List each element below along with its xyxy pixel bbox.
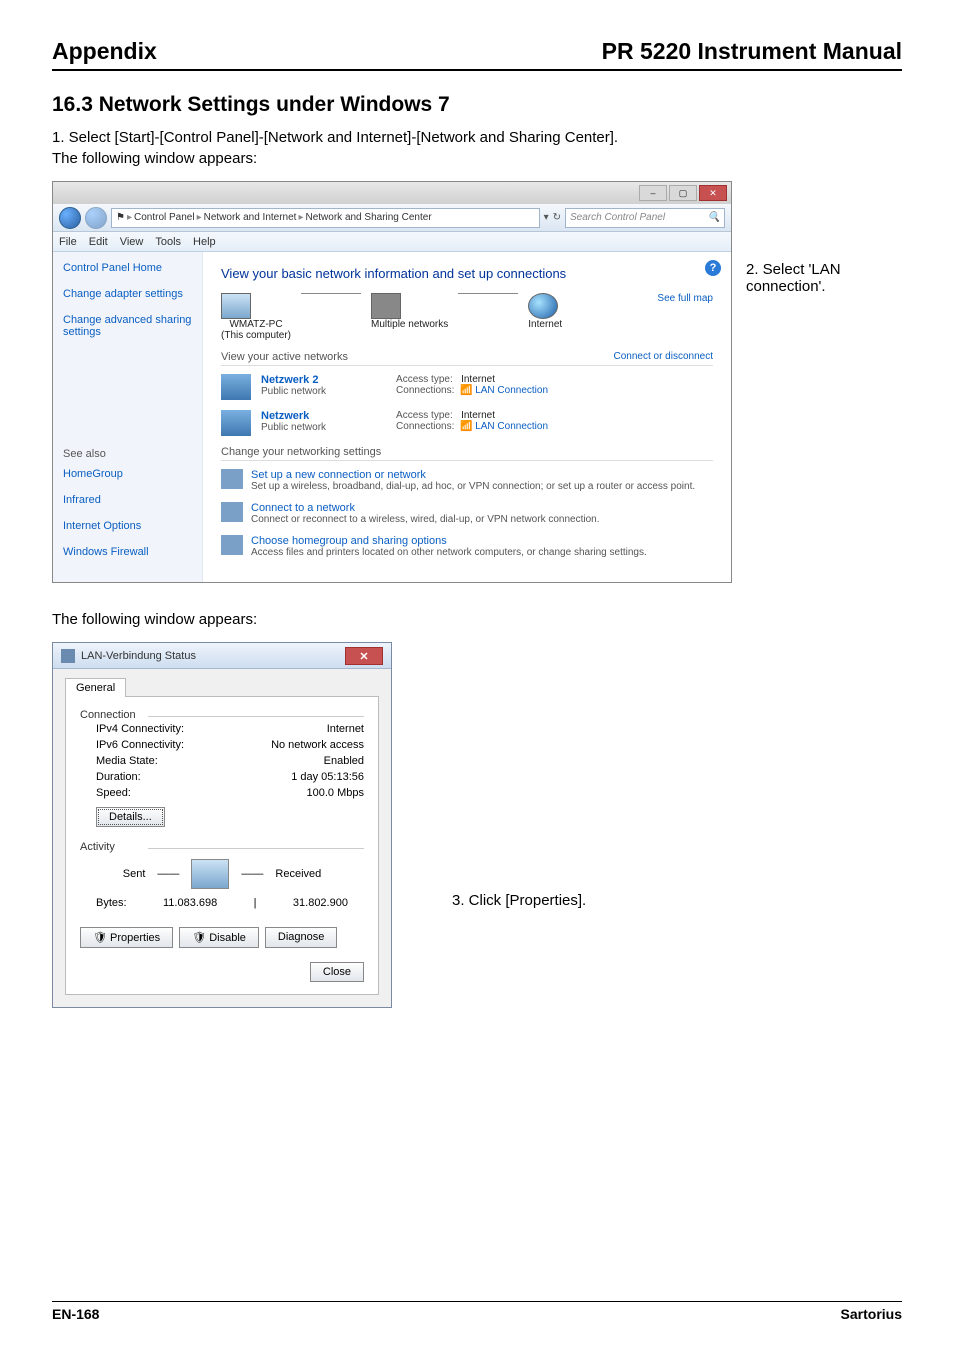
address-bar: ⚑ ▸ Control Panel ▸ Network and Internet…: [53, 204, 731, 232]
menu-tools[interactable]: Tools: [155, 236, 181, 248]
sidebar-homegroup[interactable]: HomeGroup: [63, 468, 192, 480]
connect-disconnect-link[interactable]: Connect or disconnect: [613, 351, 713, 363]
search-icon: 🔍: [708, 212, 720, 223]
sidebar-infrared[interactable]: Infrared: [63, 494, 192, 506]
diagnose-button[interactable]: Diagnose: [265, 927, 337, 948]
close-button[interactable]: ✕: [699, 185, 727, 201]
menu-view[interactable]: View: [120, 236, 144, 248]
sidebar-advanced[interactable]: Change advanced sharing settings: [63, 314, 192, 338]
back-button[interactable]: [59, 207, 81, 229]
intro-step: 1. Select [Start]-[Control Panel]-[Netwo…: [52, 129, 902, 146]
change-item-new-connection[interactable]: Set up a new connection or network Set u…: [221, 469, 713, 492]
maximize-button[interactable]: ▢: [669, 185, 697, 201]
window-titlebar: – ▢ ✕: [53, 182, 731, 204]
dialog-title: LAN-Verbindung Status: [81, 650, 196, 662]
header-right: PR 5220 Instrument Manual: [602, 38, 902, 65]
footer-right: Sartorius: [841, 1306, 902, 1322]
disable-button[interactable]: 🛡 Disable: [179, 927, 259, 948]
connect-network-icon: [221, 502, 243, 522]
step-3-text: 3. Click [Properties].: [452, 642, 586, 909]
breadcrumb-p1[interactable]: Control Panel: [134, 212, 195, 223]
details-button[interactable]: Details...: [96, 807, 165, 827]
new-connection-icon: [221, 469, 243, 489]
sidebar-home[interactable]: Control Panel Home: [63, 262, 192, 274]
internet-icon: [528, 293, 558, 319]
screenshot-network-sharing-center: – ▢ ✕ ⚑ ▸ Control Panel ▸ Network and In…: [52, 181, 732, 583]
connection-group-title: Connection: [80, 709, 364, 721]
properties-button[interactable]: 🛡 Properties: [80, 927, 173, 948]
see-full-map-link[interactable]: See full map: [657, 293, 713, 304]
close-button[interactable]: Close: [310, 962, 364, 982]
dialog-titlebar: LAN-Verbindung Status ✕: [53, 643, 391, 669]
main-heading: View your basic network information and …: [221, 266, 713, 281]
active-networks-title: View your active networks: [221, 351, 348, 363]
menu-help[interactable]: Help: [193, 236, 216, 248]
change-settings-title: Change your networking settings: [221, 446, 381, 458]
change-item-homegroup[interactable]: Choose homegroup and sharing options Acc…: [221, 535, 713, 558]
tab-general[interactable]: General: [65, 678, 126, 697]
network-block-2: Netzwerk Public network Access type: Int…: [221, 410, 713, 436]
sidebar-internet-options[interactable]: Internet Options: [63, 520, 192, 532]
menu-file[interactable]: File: [59, 236, 77, 248]
change-item-connect[interactable]: Connect to a network Connect or reconnec…: [221, 502, 713, 525]
main-panel: ? View your basic network information an…: [203, 252, 731, 582]
network-block-1: Netzwerk 2 Public network Access type: I…: [221, 374, 713, 400]
pc-icon: [221, 293, 251, 319]
breadcrumb-icon: ⚑: [116, 212, 125, 223]
sidebar-windows-firewall[interactable]: Windows Firewall: [63, 546, 192, 558]
section-title: 16.3 Network Settings under Windows 7: [52, 93, 902, 117]
menu-bar: File Edit View Tools Help: [53, 232, 731, 252]
screenshot-lan-status: LAN-Verbindung Status ✕ General Connecti…: [52, 642, 392, 1008]
sidebar: Control Panel Home Change adapter settin…: [53, 252, 203, 582]
lan-icon: [61, 649, 75, 663]
network1-icon: [221, 374, 251, 400]
network-icon: [371, 293, 401, 319]
help-icon[interactable]: ?: [705, 260, 721, 276]
forward-button[interactable]: [85, 207, 107, 229]
homegroup-icon: [221, 535, 243, 555]
page-footer: EN-168 Sartorius: [52, 1301, 902, 1322]
page-header: Appendix PR 5220 Instrument Manual: [52, 38, 902, 71]
following-text-1: The following window appears:: [52, 150, 902, 167]
breadcrumb-p3[interactable]: Network and Sharing Center: [305, 212, 431, 223]
search-input[interactable]: Search Control Panel 🔍: [565, 208, 725, 228]
footer-left: EN-168: [52, 1306, 99, 1322]
following-text-2: The following window appears:: [52, 611, 902, 628]
minimize-button[interactable]: –: [639, 185, 667, 201]
breadcrumb[interactable]: ⚑ ▸ Control Panel ▸ Network and Internet…: [111, 208, 540, 228]
sidebar-seealso: See also: [63, 448, 192, 460]
header-left: Appendix: [52, 38, 157, 65]
network2-icon: [221, 410, 251, 436]
lan-connection-link-2[interactable]: LAN Connection: [475, 421, 548, 432]
menu-edit[interactable]: Edit: [89, 236, 108, 248]
step-2-text: 2. Select 'LAN connection'.: [746, 181, 902, 295]
sidebar-adapter[interactable]: Change adapter settings: [63, 288, 192, 300]
lan-connection-link-1[interactable]: LAN Connection: [475, 385, 548, 396]
breadcrumb-p2[interactable]: Network and Internet: [204, 212, 297, 223]
activity-group-title: Activity: [80, 841, 364, 853]
activity-icon: [191, 859, 229, 889]
dialog-close-button[interactable]: ✕: [345, 647, 383, 665]
